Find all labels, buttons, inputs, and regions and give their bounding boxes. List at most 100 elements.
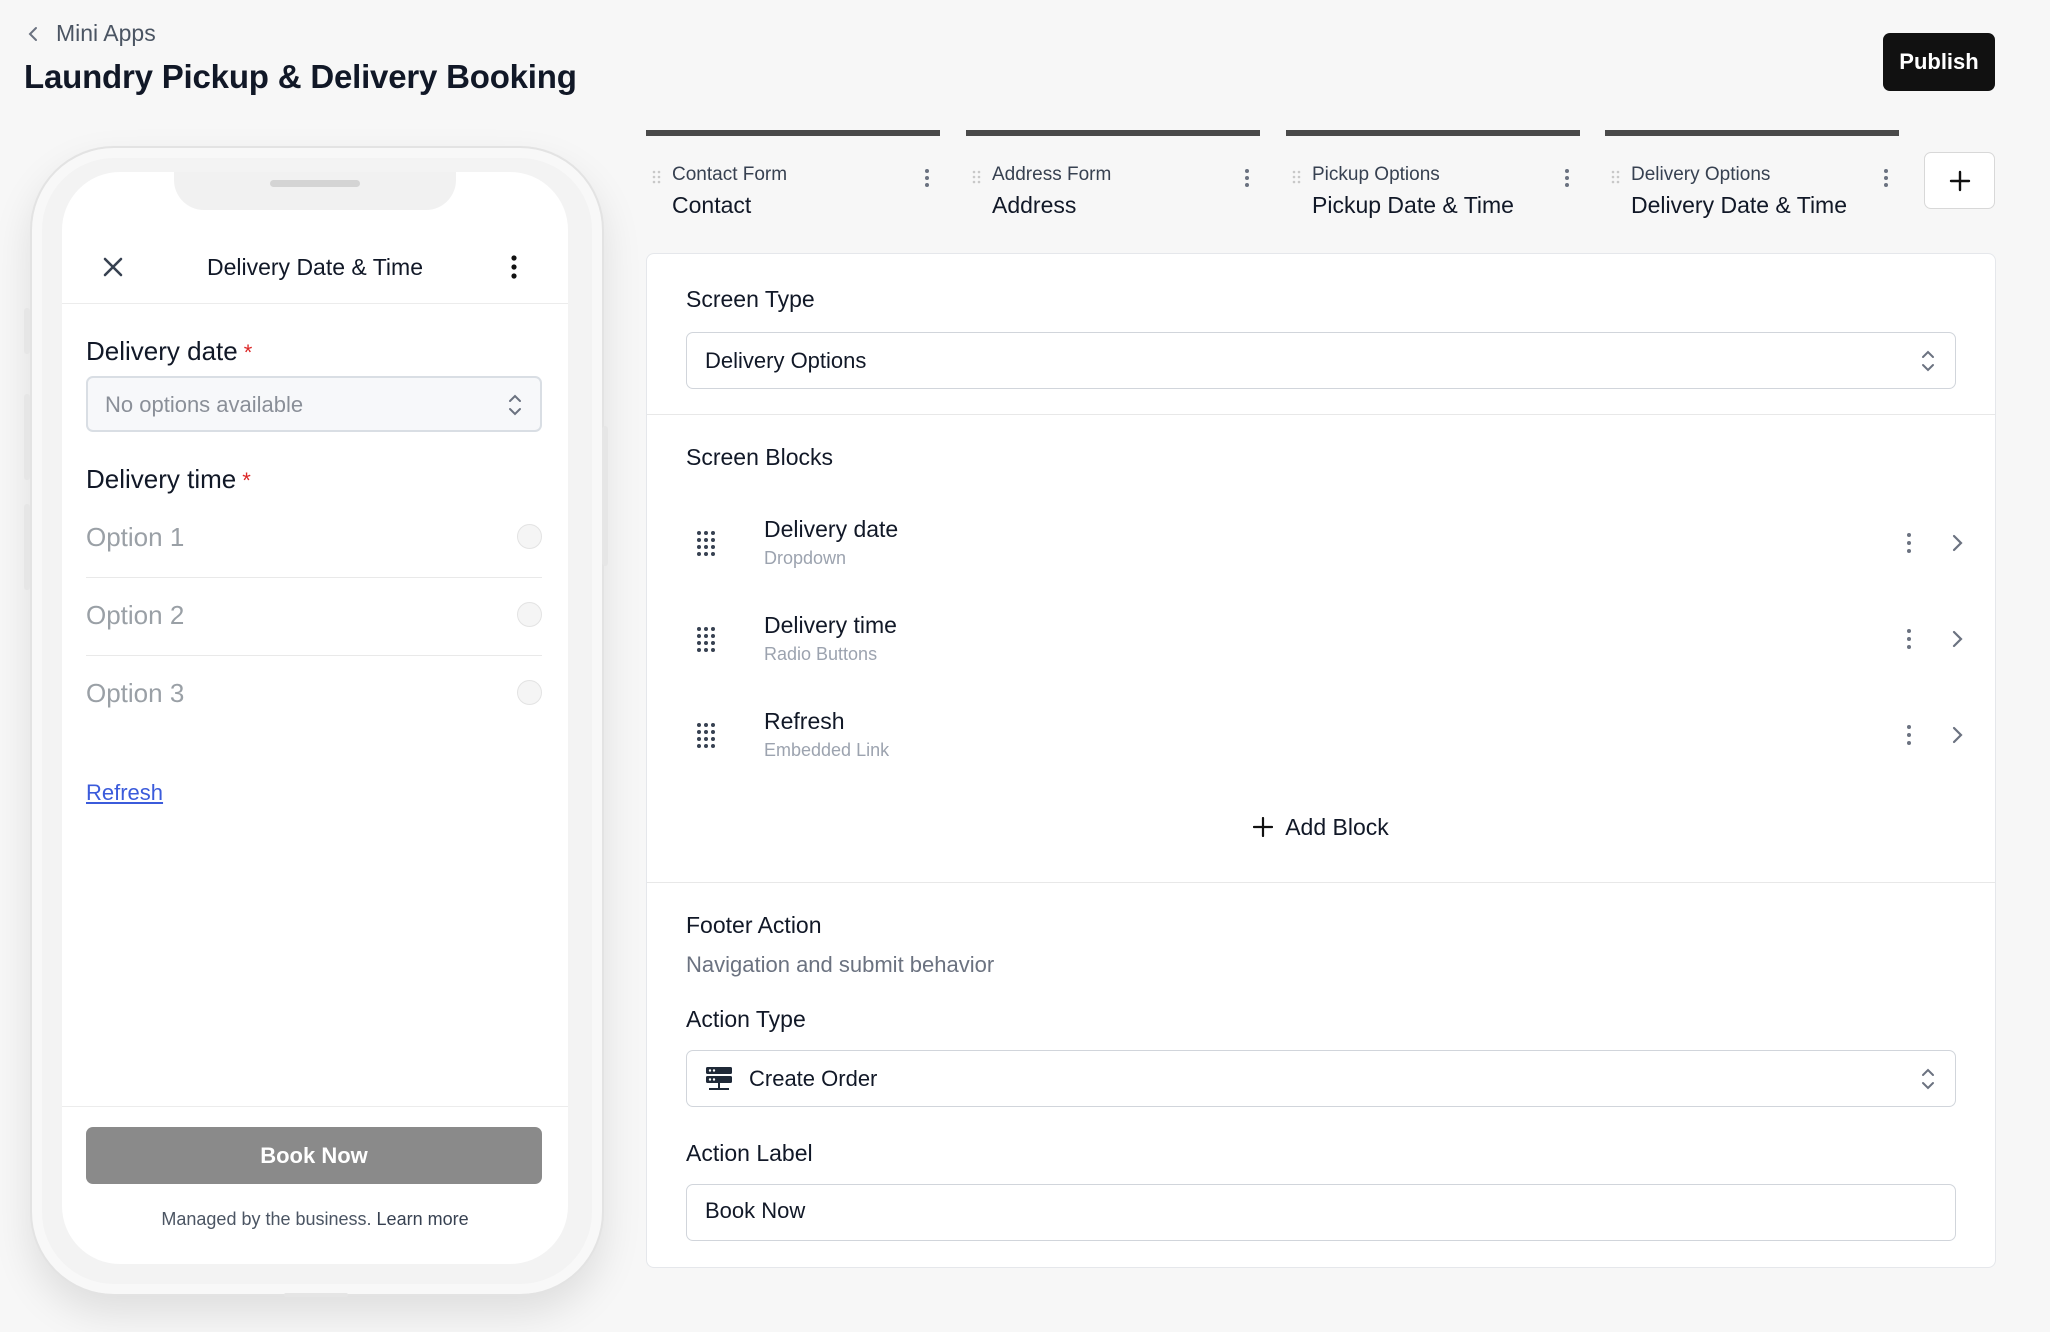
block-name: Delivery time xyxy=(764,612,897,638)
radio-circle[interactable] xyxy=(517,602,542,627)
tab-title: Contact xyxy=(672,192,752,218)
managed-text: Managed by the business. xyxy=(161,1209,372,1229)
tab-subtitle: Pickup Options xyxy=(1312,164,1440,185)
publish-button[interactable]: Publish xyxy=(1883,33,1995,91)
phone-screen-title: Delivery Date & Time xyxy=(206,254,423,280)
book-now-button[interactable]: Book Now xyxy=(86,1127,542,1184)
footer-action-label: Footer Action xyxy=(686,912,822,938)
managed-note: Managed by the business. Learn more xyxy=(62,1209,568,1230)
more-vertical-icon[interactable] xyxy=(1906,724,1912,746)
more-vertical-icon[interactable] xyxy=(508,254,520,280)
tab-contact[interactable]: Contact Form Contact xyxy=(646,130,940,218)
tab-subtitle: Contact Form xyxy=(672,164,788,185)
screen-type-value: Delivery Options xyxy=(705,348,867,373)
add-block-label: Add Block xyxy=(1285,814,1389,840)
more-vertical-icon[interactable] xyxy=(1906,628,1912,650)
phone-side-button xyxy=(602,426,608,566)
block-name: Refresh xyxy=(764,708,845,734)
radio-option-label: Option 3 xyxy=(86,678,185,708)
screen-type-select[interactable]: Delivery Options xyxy=(686,332,1956,389)
notch-speaker xyxy=(270,180,360,187)
phone-notch xyxy=(174,172,456,210)
block-type: Dropdown xyxy=(764,548,847,568)
drag-grip-icon[interactable] xyxy=(1611,170,1621,184)
phone-screen: Delivery Date & Time Delivery date * No o… xyxy=(62,172,568,1264)
action-label-input[interactable] xyxy=(705,1198,1905,1224)
radio-option-label: Option 1 xyxy=(86,522,185,552)
drag-grip-icon[interactable] xyxy=(696,626,716,652)
footer-action-description: Navigation and submit behavior xyxy=(686,952,995,977)
drag-grip-icon[interactable] xyxy=(972,170,982,184)
more-vertical-icon[interactable] xyxy=(924,168,930,188)
tab-title: Delivery Date & Time xyxy=(1631,192,1848,218)
radio-option-2[interactable]: Option 2 xyxy=(86,578,542,656)
radio-option-1[interactable]: Option 1 xyxy=(86,500,542,578)
screen-type-label: Screen Type xyxy=(686,286,815,312)
phone-footer: Book Now Managed by the business. Learn … xyxy=(62,1106,568,1264)
drag-grip-icon[interactable] xyxy=(696,530,716,556)
add-block-button[interactable]: Add Block xyxy=(647,814,1995,854)
tab-address[interactable]: Address Form Address xyxy=(966,130,1260,218)
action-label-label: Action Label xyxy=(686,1140,813,1166)
page-title: Laundry Pickup & Delivery Booking xyxy=(24,58,577,95)
phone-side-button xyxy=(24,504,30,590)
screen-editor-panel: Screen Type Delivery Options Screen Bloc… xyxy=(646,253,1996,1268)
block-delivery-date[interactable]: Delivery date Dropdown xyxy=(686,504,1963,582)
tab-delivery[interactable]: Delivery Options Delivery Date & Time xyxy=(1605,130,1899,218)
required-mark: * xyxy=(243,340,253,365)
section-divider xyxy=(647,414,1995,415)
section-divider xyxy=(647,882,1995,883)
tab-subtitle: Address Form xyxy=(992,164,1112,185)
radio-option-3[interactable]: Option 3 xyxy=(86,656,542,734)
back-label: Mini Apps xyxy=(56,20,156,46)
block-delivery-time[interactable]: Delivery time Radio Buttons xyxy=(686,600,1963,678)
more-vertical-icon[interactable] xyxy=(1564,168,1570,188)
drag-grip-icon[interactable] xyxy=(1292,170,1302,184)
chevron-right-icon[interactable] xyxy=(1950,532,1964,554)
delivery-time-label-text: Delivery time xyxy=(86,464,237,494)
chevron-right-icon[interactable] xyxy=(1950,628,1964,650)
radio-option-label: Option 2 xyxy=(86,600,185,630)
delivery-date-select[interactable]: No options available xyxy=(86,376,542,432)
required-mark: * xyxy=(242,468,251,493)
action-type-label: Action Type xyxy=(686,1006,806,1032)
delivery-date-placeholder: No options available xyxy=(105,392,304,417)
drag-grip-icon[interactable] xyxy=(696,722,716,748)
chevron-up-down-icon xyxy=(1922,350,1934,372)
more-vertical-icon[interactable] xyxy=(1244,168,1250,188)
delivery-date-label: Delivery date * xyxy=(86,336,252,367)
chevron-right-icon[interactable] xyxy=(1950,724,1964,746)
block-type: Embedded Link xyxy=(764,740,890,760)
delivery-time-label: Delivery time * xyxy=(86,464,251,495)
block-type: Radio Buttons xyxy=(764,644,878,664)
block-name: Delivery date xyxy=(764,516,899,542)
back-link[interactable]: Mini Apps xyxy=(24,20,156,47)
server-icon xyxy=(706,1067,732,1090)
screen-blocks-label: Screen Blocks xyxy=(686,444,834,470)
learn-more-link[interactable]: Learn more xyxy=(377,1209,469,1229)
phone-side-button xyxy=(24,394,30,480)
refresh-link[interactable]: Refresh xyxy=(86,780,163,806)
tab-title: Pickup Date & Time xyxy=(1312,192,1514,218)
action-type-value: Create Order xyxy=(749,1066,878,1091)
phone-home-indicator xyxy=(284,1293,348,1297)
action-type-select[interactable]: Create Order xyxy=(686,1050,1956,1107)
tab-title: Address xyxy=(992,192,1077,218)
plus-icon xyxy=(1253,816,1274,838)
drag-grip-icon[interactable] xyxy=(652,170,662,184)
plus-icon xyxy=(1949,170,1971,192)
chevron-up-down-icon xyxy=(509,394,521,416)
add-screen-button[interactable] xyxy=(1924,152,1995,209)
delivery-date-label-text: Delivery date xyxy=(86,336,238,366)
radio-circle[interactable] xyxy=(517,524,542,549)
phone-header: Delivery Date & Time xyxy=(62,234,568,304)
chevron-up-down-icon xyxy=(1922,1068,1934,1090)
tab-pickup[interactable]: Pickup Options Pickup Date & Time xyxy=(1286,130,1580,218)
more-vertical-icon[interactable] xyxy=(1906,532,1912,554)
chevron-left-icon xyxy=(28,26,37,41)
block-refresh[interactable]: Refresh Embedded Link xyxy=(686,696,1963,774)
action-label-field[interactable] xyxy=(686,1184,1956,1241)
radio-circle[interactable] xyxy=(517,680,542,705)
more-vertical-icon[interactable] xyxy=(1883,168,1889,188)
phone-side-button xyxy=(24,308,30,354)
